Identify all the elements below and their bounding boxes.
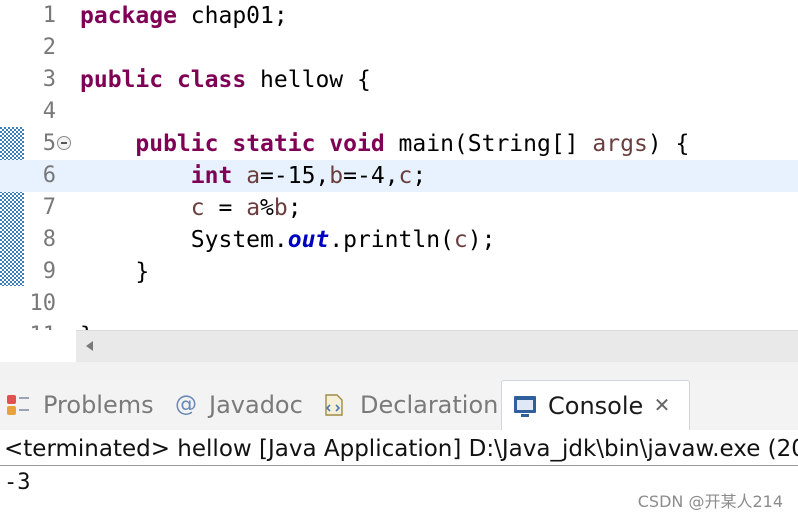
tab-javadoc-label: Javadoc bbox=[209, 391, 303, 419]
code-line[interactable]: 1 package chap01; bbox=[0, 0, 798, 32]
code-text: package chap01; bbox=[80, 0, 288, 32]
code-token: static bbox=[232, 131, 316, 157]
code-token: ); bbox=[467, 227, 496, 253]
line-number: 3 bbox=[42, 67, 56, 92]
console-icon bbox=[514, 396, 536, 417]
watermark: CSDN @开某人214 bbox=[637, 492, 783, 511]
code-line[interactable]: 3 public class hellow { bbox=[0, 64, 798, 96]
code-line[interactable]: 7 c = a%b; bbox=[0, 192, 798, 224]
line-number: 10 bbox=[29, 291, 57, 316]
line-number: 7 bbox=[42, 195, 56, 220]
tab-problems-label: Problems bbox=[43, 391, 154, 419]
horizontal-scrollbar[interactable] bbox=[76, 330, 798, 362]
code-text: int a=-15,b=-4,c; bbox=[80, 160, 426, 192]
code-line[interactable]: 5 public static void main(String[] args)… bbox=[0, 128, 798, 160]
code-editor[interactable]: 1 package chap01; 2 3 public class hellow { 4… bbox=[0, 0, 798, 330]
code-line[interactable]: 2 bbox=[0, 32, 798, 64]
tab-declaration[interactable]: Declaration bbox=[313, 380, 501, 430]
code-token: c bbox=[453, 227, 468, 253]
declaration-icon bbox=[325, 394, 343, 416]
line-number: 9 bbox=[42, 259, 56, 284]
editor-panel-divider bbox=[0, 362, 798, 381]
line-number: 8 bbox=[42, 227, 56, 252]
code-token: ) { bbox=[647, 131, 690, 157]
code-line[interactable]: 6 int a=-15,b=-4,c; bbox=[0, 160, 798, 192]
code-text: public class hellow { bbox=[80, 64, 371, 96]
code-token: chap01; bbox=[176, 3, 288, 29]
code-line[interactable]: 4 bbox=[0, 96, 798, 128]
code-token: main(String[] bbox=[384, 131, 593, 157]
collapse-fold-icon[interactable] bbox=[57, 136, 71, 150]
code-line[interactable]: 11} bbox=[0, 320, 798, 330]
code-token: =-4, bbox=[343, 163, 399, 189]
console-separator bbox=[0, 465, 798, 466]
code-token: .println( bbox=[329, 227, 454, 253]
code-text: } bbox=[80, 256, 149, 288]
at-icon: @ bbox=[175, 392, 197, 417]
code-token: args bbox=[592, 131, 648, 157]
code-token: c bbox=[190, 195, 205, 221]
code-token: b bbox=[273, 195, 288, 221]
code-token: c bbox=[398, 163, 413, 189]
code-token: a bbox=[246, 163, 261, 189]
code-token: ; bbox=[412, 163, 427, 189]
code-line[interactable]: 8 System.out.println(c); bbox=[0, 224, 798, 256]
code-token: package bbox=[80, 3, 177, 29]
line-number: 1 bbox=[42, 3, 56, 28]
code-token: class bbox=[176, 67, 247, 93]
line-number: 6 bbox=[42, 163, 56, 188]
code-text: } bbox=[80, 320, 94, 330]
code-token: public bbox=[135, 131, 219, 157]
code-token: % bbox=[260, 195, 274, 221]
code-token: } bbox=[80, 259, 150, 285]
code-line[interactable]: 10 bbox=[0, 288, 798, 320]
console-output[interactable]: -3 bbox=[4, 468, 31, 498]
tab-javadoc[interactable]: @ Javadoc bbox=[165, 380, 313, 430]
tab-console[interactable]: Console ✕ bbox=[501, 380, 690, 430]
view-tab-bar: Problems @ Javadoc Declaration Console ✕ bbox=[0, 380, 798, 430]
tab-declaration-label: Declaration bbox=[360, 391, 499, 419]
scroll-left-arrow-icon[interactable] bbox=[86, 341, 93, 351]
code-token: hellow { bbox=[246, 67, 371, 93]
code-token: ; bbox=[287, 195, 302, 221]
tab-problems[interactable]: Problems bbox=[0, 380, 165, 430]
problems-icon bbox=[7, 395, 29, 415]
console-process-label: <terminated> hellow [Java Application] D… bbox=[4, 436, 798, 462]
line-number: 11 bbox=[0, 320, 57, 330]
console-view: <terminated> hellow [Java Application] D… bbox=[0, 430, 798, 517]
code-token: void bbox=[329, 131, 385, 157]
code-text: c = a%b; bbox=[80, 192, 302, 224]
code-token: a bbox=[246, 195, 261, 221]
line-number: 4 bbox=[42, 99, 56, 124]
line-number: 2 bbox=[42, 35, 56, 60]
code-line[interactable]: 9 } bbox=[0, 256, 798, 288]
line-number: 5 bbox=[42, 131, 56, 156]
code-text: System.out.println(c); bbox=[80, 224, 496, 256]
code-token: = bbox=[204, 195, 247, 221]
code-token: b bbox=[329, 163, 344, 189]
close-icon[interactable]: ✕ bbox=[652, 395, 672, 415]
code-token: } bbox=[80, 323, 94, 330]
code-text: public static void main(String[] args) { bbox=[80, 128, 689, 160]
code-token: public bbox=[80, 67, 164, 93]
code-token: System. bbox=[80, 227, 288, 253]
code-token: int bbox=[190, 163, 233, 189]
tab-console-label: Console bbox=[548, 392, 644, 420]
code-token: out bbox=[287, 227, 330, 253]
code-token: =-15, bbox=[260, 163, 330, 189]
